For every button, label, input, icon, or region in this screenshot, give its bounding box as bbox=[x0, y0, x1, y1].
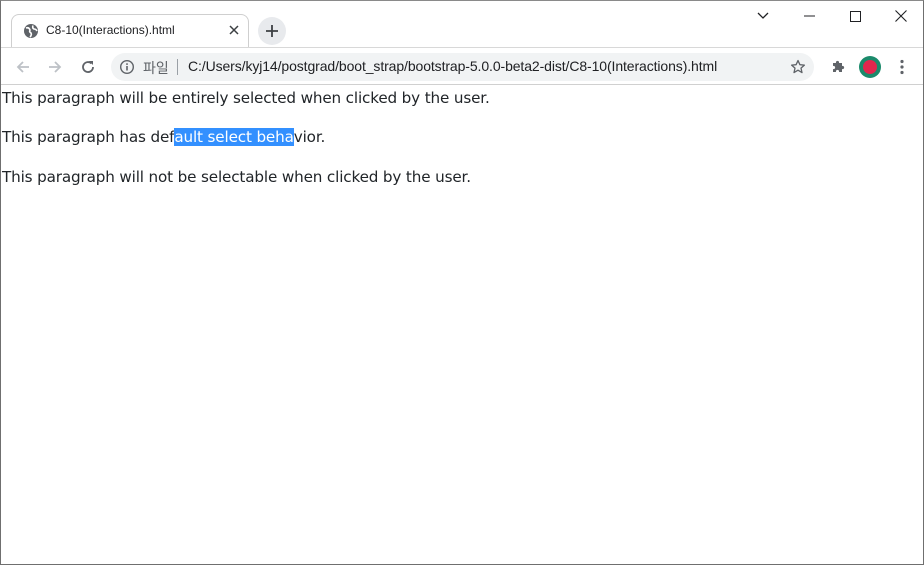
address-bar[interactable]: 파일 C:/Users/kyj14/postgrad/boot_strap/bo… bbox=[111, 53, 814, 81]
tab-close-icon[interactable] bbox=[226, 22, 242, 38]
tab-title: C8-10(Interactions).html bbox=[46, 23, 175, 37]
reload-button[interactable] bbox=[74, 53, 102, 81]
omnibox-divider bbox=[177, 59, 178, 75]
page-content: This paragraph will be entirely selected… bbox=[1, 85, 923, 564]
arrow-left-icon bbox=[16, 61, 29, 73]
close-window-button[interactable] bbox=[878, 1, 923, 31]
star-icon[interactable] bbox=[790, 59, 806, 75]
back-button[interactable] bbox=[9, 53, 37, 81]
chevron-down-icon bbox=[757, 12, 769, 19]
paragraph-text-before: This paragraph has def bbox=[2, 128, 175, 146]
browser-window: C8-10(Interactions).html 파일 C:/Users/kyj… bbox=[0, 0, 924, 565]
extensions-button[interactable] bbox=[824, 53, 852, 81]
forward-button[interactable] bbox=[41, 53, 69, 81]
paragraph-select-none: This paragraph will not be selectable wh… bbox=[2, 168, 471, 186]
puzzle-icon bbox=[833, 60, 845, 72]
avatar bbox=[859, 56, 881, 78]
close-icon bbox=[895, 10, 907, 22]
globe-icon bbox=[23, 23, 39, 39]
browser-toolbar: 파일 C:/Users/kyj14/postgrad/boot_strap/bo… bbox=[1, 47, 923, 85]
arrow-right-icon bbox=[49, 61, 62, 73]
minimize-icon bbox=[803, 15, 815, 17]
new-tab-button[interactable] bbox=[258, 17, 286, 45]
url-text[interactable]: C:/Users/kyj14/postgrad/boot_strap/boots… bbox=[188, 58, 717, 74]
tab-search-button[interactable] bbox=[740, 1, 786, 31]
selected-text-highlight: ault select beha bbox=[174, 128, 294, 146]
menu-button[interactable] bbox=[888, 53, 916, 81]
kebab-menu-icon bbox=[900, 59, 904, 75]
active-tab[interactable]: C8-10(Interactions).html bbox=[11, 14, 249, 47]
maximize-button[interactable] bbox=[832, 1, 878, 31]
info-icon[interactable] bbox=[119, 59, 135, 75]
profile-button[interactable] bbox=[856, 53, 884, 81]
maximize-icon bbox=[849, 10, 861, 22]
minimize-button[interactable] bbox=[786, 1, 832, 31]
plus-icon bbox=[266, 25, 278, 37]
scheme-label: 파일 bbox=[143, 60, 169, 76]
reload-icon bbox=[82, 61, 94, 73]
paragraph-text-after: vior. bbox=[293, 128, 326, 146]
paragraph-select-all[interactable]: This paragraph will be entirely selected… bbox=[2, 89, 490, 107]
paragraph-select-auto[interactable]: This paragraph has default select behavi… bbox=[2, 128, 325, 146]
title-bar: C8-10(Interactions).html bbox=[1, 1, 923, 47]
